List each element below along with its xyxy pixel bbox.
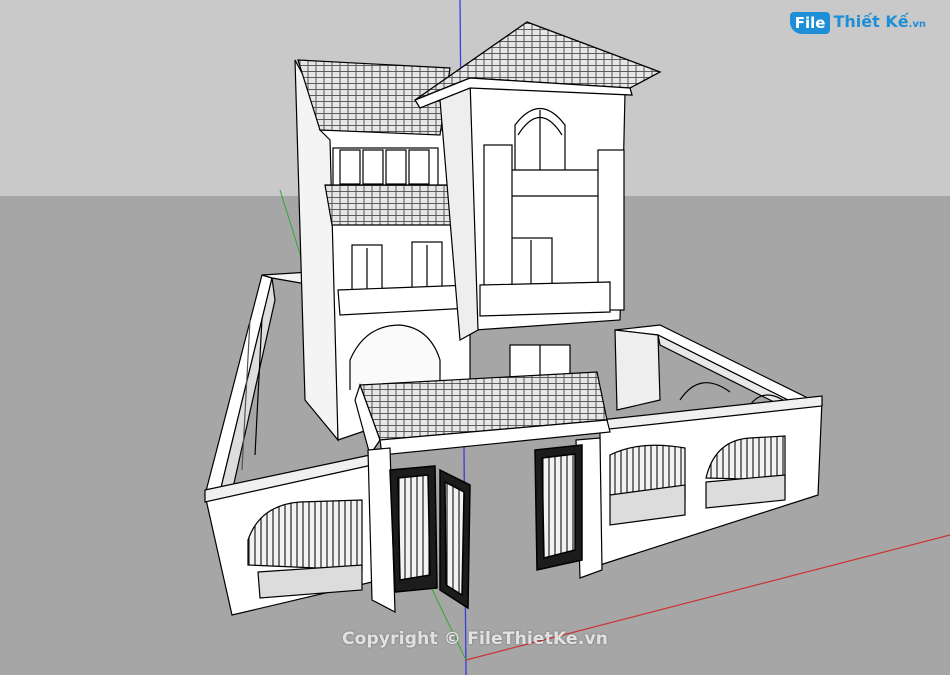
sketchup-3d-viewport[interactable]: [0, 0, 950, 675]
copyright-watermark: Copyright © FileThietKe.vn: [341, 629, 609, 649]
logo-domain-part: .vn: [908, 18, 926, 30]
logo-name-part: Thiết Kế: [833, 11, 909, 31]
filethietke-logo: File Thiết Kế.vn: [789, 11, 926, 34]
logo-file-part: File: [789, 12, 831, 34]
